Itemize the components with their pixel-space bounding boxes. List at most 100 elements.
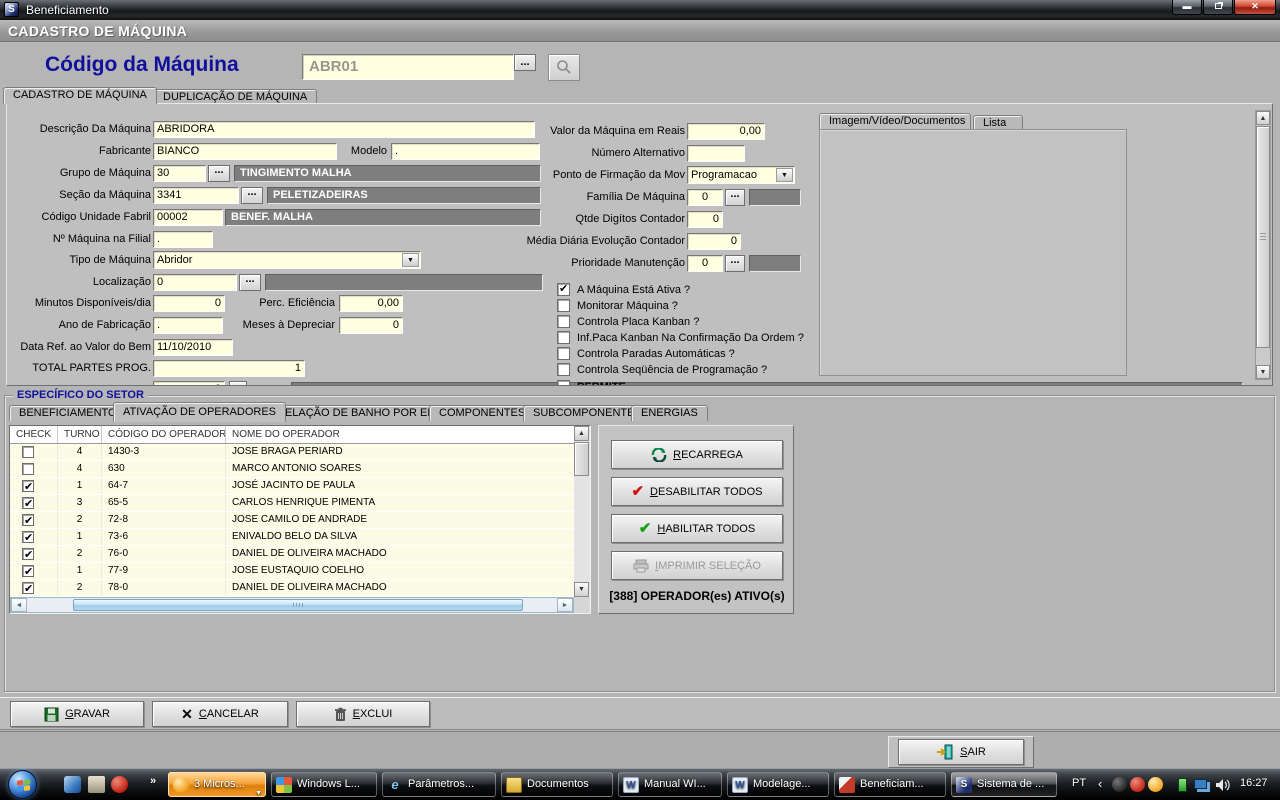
restore-button[interactable] <box>1203 0 1233 15</box>
localizacao-field[interactable]: 0 <box>153 274 237 291</box>
row-checkbox[interactable] <box>22 548 34 560</box>
row-checkbox[interactable] <box>22 514 34 526</box>
gravar-button[interactable]: GRAVAR <box>10 701 144 727</box>
taskbar-item-documentos[interactable]: Documentos <box>501 772 613 797</box>
taskbar-item-beneficiamento[interactable]: Beneficiam... <box>834 772 946 797</box>
taskbar-item-sistema[interactable]: S Sistema de ... <box>951 772 1057 797</box>
tab-energias[interactable]: ENERGIAS <box>631 405 708 421</box>
chevron-down-icon[interactable]: ▼ <box>402 253 419 267</box>
row-check-cell[interactable] <box>10 461 58 477</box>
checkbox-monitorar[interactable] <box>557 299 570 312</box>
scroll-up-icon[interactable]: ▲ <box>1256 111 1270 125</box>
tab-beneficiamento[interactable]: BENEFICIAMENTO <box>9 405 127 421</box>
battery-icon[interactable] <box>1178 778 1187 792</box>
table-row[interactable]: 4630MARCO ANTONIO SOARES <box>10 461 574 478</box>
tray-chevron[interactable]: ‹ <box>1098 776 1102 791</box>
imprimir-selecao-button[interactable]: IMPRIMIR SELEÇÃO <box>611 551 783 580</box>
close-button[interactable]: ✕ <box>1234 0 1276 15</box>
checkbox-paradas-automaticas[interactable] <box>557 347 570 360</box>
localizacao-browse-button[interactable]: ... <box>239 274 261 291</box>
num-filial-field[interactable]: . <box>153 231 213 248</box>
machine-code-field[interactable]: ABR01 <box>302 54 514 80</box>
row-check-cell[interactable] <box>10 546 58 562</box>
grid-horizontal-scrollbar[interactable]: ◄ ► <box>10 597 574 613</box>
overflow-chevron[interactable]: » <box>150 775 156 787</box>
row-checkbox[interactable] <box>22 497 34 509</box>
unidade-field[interactable]: 00002 <box>153 209 223 226</box>
table-row[interactable]: 41430-3JOSE BRAGA PERIARD <box>10 444 574 461</box>
scrollbar-thumb[interactable] <box>73 599 523 611</box>
taskbar-item-micros[interactable]: 3 Micros... ▼ <box>168 772 266 797</box>
habilitar-todos-button[interactable]: ✔ HABILITAR TODOS <box>611 514 783 543</box>
tray-antivirus-icon[interactable] <box>1130 777 1145 792</box>
perc-efic-field[interactable]: 0,00 <box>339 295 403 312</box>
taskbar-item-manual[interactable]: W Manual WI... <box>618 772 722 797</box>
meses-depr-field[interactable]: 0 <box>339 317 403 334</box>
col-codigo[interactable]: CÓDIGO DO OPERADOR <box>102 426 226 443</box>
row-checkbox[interactable] <box>22 463 34 475</box>
grid-vertical-scrollbar[interactable]: ▲ ▼ <box>574 426 590 597</box>
clipped-field[interactable]: 0 <box>153 381 225 386</box>
security-tray-icon[interactable] <box>111 776 128 793</box>
tab-ativacao-de-operadores[interactable]: ATIVAÇÃO DE OPERADORES <box>113 402 286 422</box>
cancelar-button[interactable]: ✕ CANCELAR <box>152 701 288 727</box>
table-row[interactable]: 164-7JOSÉ JACINTO DE PAULA <box>10 478 574 495</box>
familia-browse-button[interactable]: ... <box>725 189 745 206</box>
checkbox-sequencia-programacao[interactable] <box>557 363 570 376</box>
panel-vertical-scrollbar[interactable]: ▲ ▼ <box>1255 110 1271 380</box>
row-checkbox[interactable] <box>22 446 34 458</box>
row-check-cell[interactable] <box>10 580 58 596</box>
minimize-button[interactable]: ▬ <box>1172 0 1202 15</box>
network-icon[interactable] <box>1194 779 1207 789</box>
table-row[interactable]: 276-0DANIEL DE OLIVEIRA MACHADO <box>10 546 574 563</box>
col-check[interactable]: CHECK <box>10 426 58 443</box>
taskbar-item-windows-live[interactable]: Windows L... <box>271 772 377 797</box>
sair-button[interactable]: SAIR <box>898 739 1024 765</box>
checkbox-inf-kanban[interactable] <box>557 331 570 344</box>
machine-code-browse-button[interactable]: ... <box>514 54 536 71</box>
tray-app-icon[interactable] <box>1112 777 1127 792</box>
data-ref-field[interactable]: 11/10/2010 <box>153 339 233 356</box>
tray-clock-icon[interactable] <box>1148 777 1163 792</box>
fabricante-field[interactable]: BIANCO <box>153 143 337 160</box>
row-checkbox[interactable] <box>22 480 34 492</box>
clipped-browse-button[interactable] <box>229 381 247 386</box>
search-button[interactable] <box>548 54 580 81</box>
quick-launch-icon[interactable] <box>88 776 105 793</box>
col-nome[interactable]: NOME DO OPERADOR <box>226 426 574 443</box>
scroll-right-icon[interactable]: ► <box>557 598 573 612</box>
row-checkbox[interactable] <box>22 531 34 543</box>
checkbox-clipped[interactable] <box>557 380 570 386</box>
taskbar-item-modelagem[interactable]: W Modelage... <box>727 772 829 797</box>
checkbox-maquina-ativa[interactable] <box>557 283 570 296</box>
row-check-cell[interactable] <box>10 529 58 545</box>
scroll-down-icon[interactable]: ▼ <box>1256 365 1270 379</box>
total-partes-field[interactable]: 1 <box>153 360 305 377</box>
table-row[interactable]: 173-6ENIVALDO BELO DA SILVA <box>10 529 574 546</box>
col-turno[interactable]: TURNO <box>58 426 102 443</box>
qtde-dig-field[interactable]: 0 <box>687 211 723 228</box>
ano-fab-field[interactable]: . <box>153 317 223 334</box>
tab-componentes[interactable]: COMPONENTES <box>429 405 535 421</box>
row-checkbox[interactable] <box>22 565 34 577</box>
num-alt-field[interactable] <box>687 145 745 162</box>
secao-field[interactable]: 3341 <box>153 187 239 204</box>
ponto-combo[interactable]: Programacao ▼ <box>687 166 795 184</box>
familia-field[interactable]: 0 <box>687 189 723 206</box>
scroll-down-icon[interactable]: ▼ <box>574 582 589 597</box>
desabilitar-todos-button[interactable]: ✔ DESABILITAR TODOS <box>611 477 783 506</box>
excluir-button[interactable]: EXCLUI <box>296 701 430 727</box>
grupo-field[interactable]: 30 <box>153 165 206 182</box>
tab-cadastro-de-maquina[interactable]: CADASTRO DE MÁQUINA <box>3 87 157 104</box>
table-row[interactable]: 177-9JOSE EUSTAQUIO COELHO <box>10 563 574 580</box>
media-diaria-field[interactable]: 0 <box>687 233 741 250</box>
modelo-field[interactable]: . <box>391 143 540 160</box>
minutos-field[interactable]: 0 <box>153 295 225 312</box>
scroll-up-icon[interactable]: ▲ <box>574 426 589 441</box>
volume-icon[interactable] <box>1215 778 1230 792</box>
scrollbar-thumb[interactable] <box>1256 126 1270 348</box>
table-row[interactable]: 278-0DANIEL DE OLIVEIRA MACHADO <box>10 580 574 597</box>
row-check-cell[interactable] <box>10 495 58 511</box>
valor-field[interactable]: 0,00 <box>687 123 765 140</box>
taskbar-item-parametros[interactable]: e Parâmetros... <box>382 772 496 797</box>
